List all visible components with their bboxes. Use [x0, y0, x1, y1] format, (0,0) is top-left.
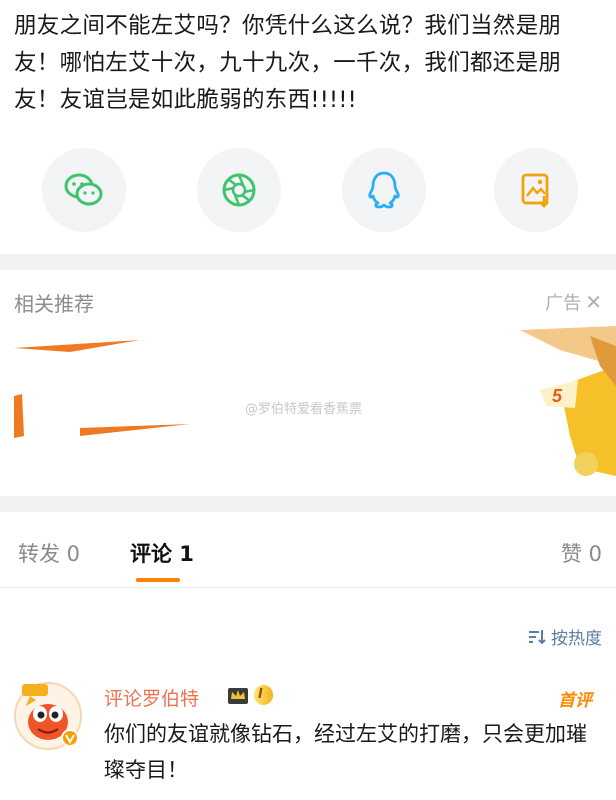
ad-label: 广告 [545, 293, 582, 314]
save-image-icon [521, 173, 549, 208]
tab-active-indicator [136, 578, 180, 582]
crown-icon [228, 688, 248, 704]
recommend-card: 相关推荐 广告 ✕ 5 @罗伯特爱看香蕉票 [0, 270, 616, 496]
post-text: 朋友之间不能左艾吗？你凭什么这么说？我们当然是朋友！哪怕左艾十次，九十九次，一千… [14, 13, 562, 113]
qq-icon [368, 171, 400, 209]
share-row [0, 148, 616, 232]
moments-icon [222, 173, 256, 207]
tab-like[interactable]: 赞 0 [561, 538, 602, 568]
sort-icon [529, 629, 546, 644]
ad-label-group: 广告 ✕ [545, 289, 602, 315]
first-comment-tag: 首评 [558, 691, 592, 711]
comment-author[interactable]: 评论罗伯特 [104, 684, 199, 711]
tab-repost[interactable]: 转发 0 [18, 538, 80, 568]
interaction-tabs: 转发 0 评论 1 赞 0 [0, 512, 616, 588]
user-badges: I [226, 684, 273, 706]
comment-text: 你们的友谊就像钻石，经过左艾的打磨，只会更加璀璨夺目！ [104, 722, 587, 782]
save-image-button[interactable] [494, 148, 578, 232]
wechat-icon [64, 173, 103, 206]
share-moments-button[interactable] [197, 148, 281, 232]
section-divider-2 [0, 496, 616, 512]
ad-badge-number: 5 [552, 386, 563, 406]
level-badge: I [254, 685, 273, 705]
share-wechat-button[interactable] [42, 148, 126, 232]
sort-label: 按热度 [551, 629, 602, 649]
share-qq-button[interactable] [342, 148, 426, 232]
recommend-title: 相关推荐 [14, 292, 94, 316]
sort-button[interactable]: 按热度 [527, 624, 602, 649]
ad-close-icon[interactable]: ✕ [585, 290, 602, 314]
tab-comment[interactable]: 评论 1 [130, 538, 194, 568]
watermark: @罗伯特爱看香蕉票 [245, 402, 363, 417]
avatar[interactable] [10, 676, 86, 752]
comment-item: 评论罗伯特 I 首评 你们的友谊就像钻石，经过左艾的打磨，只会更加璀璨夺目！ [0, 668, 616, 800]
section-divider [0, 254, 616, 270]
